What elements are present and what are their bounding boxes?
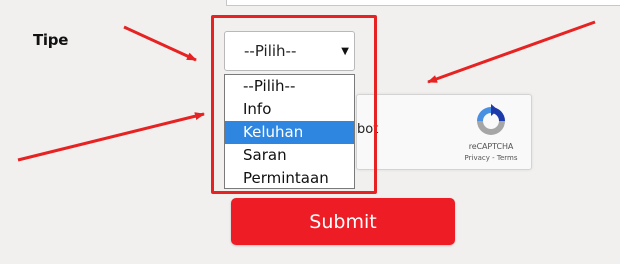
recaptcha-brand: reCAPTCHA (468, 142, 514, 151)
previous-input-field[interactable] (226, 0, 620, 6)
arrow-bottom-left (17, 112, 205, 162)
recaptcha-logo-icon (477, 104, 505, 135)
tipe-label: Tipe (33, 31, 69, 49)
recaptcha-widget[interactable]: bot reCAPTCHA Privacy - Terms (356, 94, 532, 170)
arrow-right (427, 20, 596, 84)
recaptcha-privacy-terms[interactable]: Privacy - Terms (461, 154, 521, 162)
submit-button[interactable]: Submit (231, 198, 455, 245)
annotation-highlight-box (211, 15, 377, 194)
arrow-top-left (123, 25, 197, 62)
